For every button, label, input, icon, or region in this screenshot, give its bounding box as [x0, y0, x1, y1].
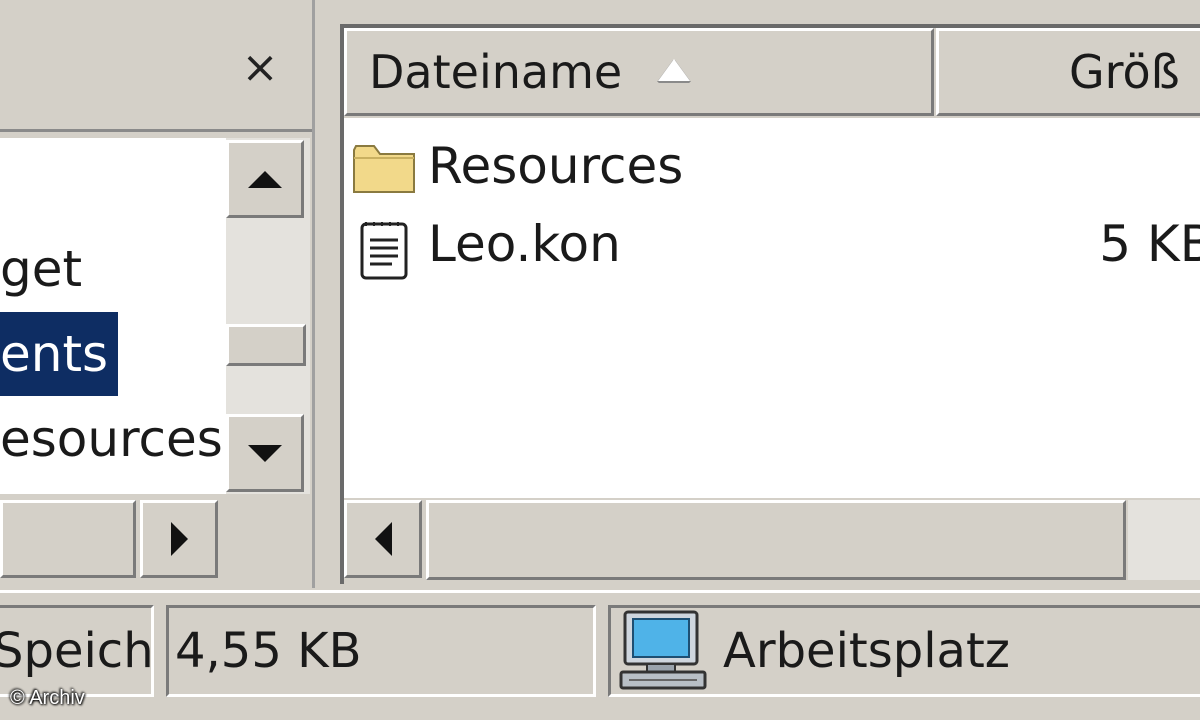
- arrow-down-icon: [248, 444, 282, 462]
- tree-item-get[interactable]: get: [0, 234, 82, 304]
- scroll-down-button[interactable]: [226, 414, 304, 492]
- text-file-icon: [352, 218, 416, 280]
- tree-horizontal-scrollbar[interactable]: [0, 496, 312, 584]
- scroll-track[interactable]: [1128, 500, 1200, 580]
- computer-icon: [617, 610, 713, 694]
- arrow-up-icon: [248, 170, 282, 188]
- scroll-up-button[interactable]: [226, 140, 304, 218]
- file-list-horizontal-scrollbar[interactable]: [344, 498, 1200, 582]
- sort-ascending-icon: [658, 58, 691, 81]
- scroll-thumb[interactable]: [226, 324, 306, 366]
- close-pane-button[interactable]: ×: [236, 44, 284, 92]
- status-size-panel: 4,55 KB: [166, 605, 596, 697]
- arrow-left-icon: [374, 522, 392, 556]
- tree-item-resources[interactable]: esources: [0, 404, 223, 474]
- arrow-right-icon: [170, 522, 188, 556]
- list-item-resources[interactable]: Resources: [344, 128, 1200, 204]
- status-location-panel: Arbeitsplatz: [608, 605, 1200, 697]
- scroll-thumb-horizontal[interactable]: [0, 500, 136, 578]
- list-item-leo-kon[interactable]: Leo.kon 5 KB: [344, 206, 1200, 282]
- tree-item-ents-selected[interactable]: ents: [0, 312, 119, 396]
- scroll-left-button[interactable]: [344, 500, 422, 578]
- scroll-right-button[interactable]: [140, 500, 218, 578]
- close-icon: ×: [241, 42, 279, 93]
- folder-tree: get ents esources: [0, 138, 226, 494]
- copyright-watermark: © Archiv: [10, 687, 85, 709]
- scroll-thumb-horizontal-files[interactable]: [426, 500, 1126, 580]
- pane-splitter[interactable]: [312, 0, 340, 588]
- file-list: Resources Leo.kon 5 KB: [344, 118, 1200, 498]
- folder-icon: [352, 140, 416, 196]
- scrollbar-corner: [222, 500, 308, 580]
- column-header-groesse[interactable]: Größ: [936, 28, 1200, 116]
- column-header-dateiname[interactable]: Dateiname: [344, 28, 934, 116]
- tree-vertical-scrollbar[interactable]: [226, 138, 310, 494]
- status-bar: Speiche 4,55 KB Arbeitsplatz: [0, 590, 1200, 720]
